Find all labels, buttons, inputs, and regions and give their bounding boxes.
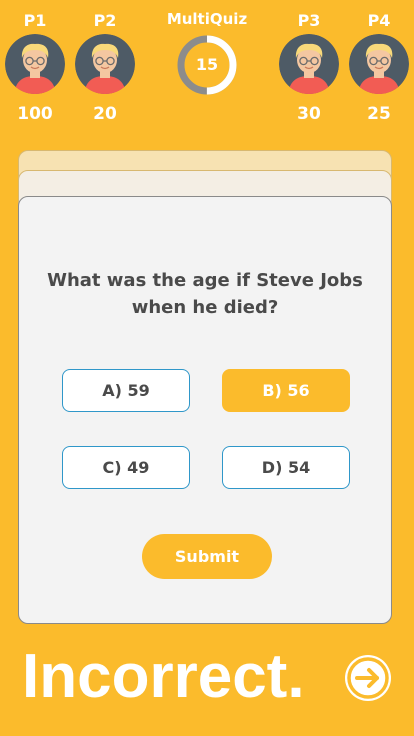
answer-option-c[interactable]: C) 49 bbox=[62, 446, 190, 489]
question-text: What was the age if Steve Jobs when he d… bbox=[47, 270, 363, 318]
submit-button[interactable]: Submit bbox=[142, 534, 272, 579]
player-score: 30 bbox=[297, 104, 321, 124]
countdown-timer: 15 bbox=[176, 34, 238, 96]
player-score: 100 bbox=[17, 104, 53, 124]
player-label: P2 bbox=[93, 11, 117, 30]
player-p1: P1 100 bbox=[4, 10, 66, 124]
player-avatar-icon bbox=[75, 34, 135, 94]
player-score: 20 bbox=[93, 104, 117, 124]
result-message: Incorrect. bbox=[22, 642, 305, 711]
player-label: P3 bbox=[297, 11, 321, 30]
player-p3: P3 30 bbox=[278, 10, 340, 124]
timer-value: 15 bbox=[195, 55, 219, 74]
answer-option-d[interactable]: D) 54 bbox=[222, 446, 350, 489]
player-avatar-icon bbox=[5, 34, 65, 94]
next-button[interactable] bbox=[342, 652, 394, 704]
question-card: What was the age if Steve Jobs when he d… bbox=[18, 196, 392, 624]
player-p2: P2 20 bbox=[74, 10, 136, 124]
arrow-right-circle-icon bbox=[345, 655, 391, 701]
answer-option-b[interactable]: B) 56 bbox=[222, 369, 350, 412]
player-avatar-icon bbox=[279, 34, 339, 94]
player-avatar-icon bbox=[349, 34, 409, 94]
player-score: 25 bbox=[367, 104, 391, 124]
player-label: P4 bbox=[367, 11, 391, 30]
answer-option-a[interactable]: A) 59 bbox=[62, 369, 190, 412]
player-label: P1 bbox=[23, 11, 47, 30]
player-p4: P4 25 bbox=[348, 10, 410, 124]
app-title: MultiQuiz bbox=[166, 10, 248, 28]
